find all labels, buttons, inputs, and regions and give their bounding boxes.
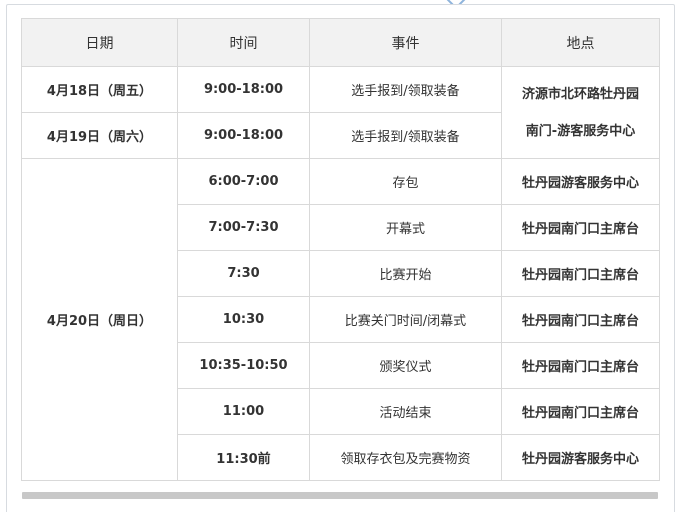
event-cell: 存包 xyxy=(309,158,502,205)
time-cell: 11:30前 xyxy=(177,434,310,481)
venue-line-1: 济源市北环路牡丹园 xyxy=(521,86,639,102)
venue-cell: 牡丹园南门口主席台 xyxy=(501,388,660,435)
venue-cell: 牡丹园南门口主席台 xyxy=(501,342,660,389)
event-cell: 选手报到/领取装备 xyxy=(309,66,502,113)
time-cell: 7:00-7:30 xyxy=(177,204,310,251)
event-cell: 活动结束 xyxy=(309,388,502,435)
horizontal-scrollbar[interactable] xyxy=(22,492,658,499)
table-row: 4月18日（周五） 9:00-18:00 选手报到/领取装备 济源市北环路牡丹园… xyxy=(21,66,660,159)
event-cell: 选手报到/领取装备 xyxy=(309,112,502,159)
time-cell: 11:00 xyxy=(177,388,310,435)
event-cell: 开幕式 xyxy=(309,204,502,251)
schedule-table: 日期 时间 事件 地点 4月18日（周五） 9:00-18:00 选手报到/领取… xyxy=(21,18,660,481)
venue-line-2: 南门-游客服务中心 xyxy=(525,123,636,139)
event-cell: 领取存衣包及完赛物资 xyxy=(309,434,502,481)
table-row: 4月20日（周日） 6:00-7:00 存包 牡丹园游客服务中心 xyxy=(21,158,660,481)
venue-cell: 牡丹园游客服务中心 xyxy=(501,158,660,205)
date-cell: 4月19日（周六） xyxy=(21,112,178,159)
date-cell-merged: 4月20日（周日） xyxy=(21,158,178,481)
event-cell: 颁奖仪式 xyxy=(309,342,502,389)
header-event: 事件 xyxy=(309,18,502,67)
time-cell: 9:00-18:00 xyxy=(177,66,310,113)
time-cell: 7:30 xyxy=(177,250,310,297)
time-cell: 10:30 xyxy=(177,296,310,343)
time-cell: 9:00-18:00 xyxy=(177,112,310,159)
time-cell: 10:35-10:50 xyxy=(177,342,310,389)
header-venue: 地点 xyxy=(501,18,660,67)
venue-cell: 牡丹园游客服务中心 xyxy=(501,434,660,481)
event-cell: 比赛关门时间/闭幕式 xyxy=(309,296,502,343)
event-cell: 比赛开始 xyxy=(309,250,502,297)
date-cell: 4月18日（周五） xyxy=(21,66,178,113)
venue-cell-merged: 济源市北环路牡丹园 南门-游客服务中心 xyxy=(501,66,660,159)
header-time: 时间 xyxy=(177,18,310,67)
venue-cell: 牡丹园南门口主席台 xyxy=(501,296,660,343)
time-cell: 6:00-7:00 xyxy=(177,158,310,205)
table-header-row: 日期 时间 事件 地点 xyxy=(21,18,660,67)
header-date: 日期 xyxy=(21,18,178,67)
venue-cell: 牡丹园南门口主席台 xyxy=(501,250,660,297)
venue-cell: 牡丹园南门口主席台 xyxy=(501,204,660,251)
